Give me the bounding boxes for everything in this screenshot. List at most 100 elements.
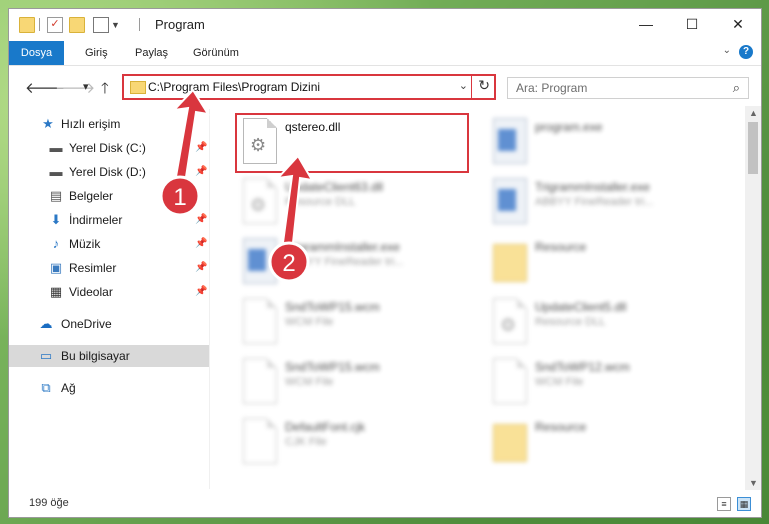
file-type: ABBYY FineReader tri...: [535, 196, 654, 208]
tab-file[interactable]: Dosya: [9, 41, 64, 65]
chevron-down-icon[interactable]: ▼: [749, 478, 758, 488]
properties-icon[interactable]: ✓: [47, 17, 63, 33]
gear-icon: ⚙: [250, 195, 267, 215]
folder-icon: [130, 81, 146, 94]
title-separator: [139, 18, 140, 31]
new-folder-icon[interactable]: [69, 17, 85, 33]
sidebar-item-local-disk-d[interactable]: ▬ Yerel Disk (D:) 📌: [9, 161, 209, 183]
search-input[interactable]: Ara: Program ⌕: [507, 77, 749, 99]
sidebar-item-music[interactable]: ♪ Müzik 📌: [9, 233, 209, 255]
file-icon: [243, 298, 277, 344]
list-item-file[interactable]: DefaultFont.cjk CJK File: [233, 414, 463, 472]
customize-toolbar-icon[interactable]: [93, 17, 109, 33]
expand-ribbon-icon[interactable]: ⌄: [723, 45, 731, 56]
sidebar-item-label: Belgeler: [69, 189, 114, 203]
chevron-down-icon[interactable]: ⌄: [459, 79, 468, 92]
search-placeholder: Ara: Program: [516, 81, 588, 95]
list-item-file[interactable]: SndToWP15.wcm WCM File: [233, 294, 463, 352]
toolbar-separator: [39, 18, 40, 31]
list-item-file[interactable]: ⚙ UpdateClient5.dll Resource DLL: [483, 294, 713, 352]
star-icon: ★: [42, 116, 54, 131]
scrollbar-thumb[interactable]: [748, 122, 758, 174]
pin-icon[interactable]: 📌: [195, 281, 207, 303]
file-type: CJK File: [285, 436, 327, 448]
sidebar-item-pictures[interactable]: ▣ Resimler 📌: [9, 257, 209, 279]
file-name: UpdateClient5.dll: [535, 300, 627, 314]
sidebar-item-label: Bu bilgisayar: [61, 349, 130, 363]
music-icon: ♪: [52, 236, 60, 251]
tab-home[interactable]: Giriş: [85, 41, 108, 65]
file-icon: [243, 358, 277, 404]
vertical-scrollbar[interactable]: ▲ ▼: [745, 106, 761, 490]
file-type: WCM File: [535, 376, 584, 388]
tab-view[interactable]: Görünüm: [193, 41, 239, 65]
navigation-pane: ★ Hızlı erişim ▬ Yerel Disk (C:) 📌 ▬ Yer…: [9, 109, 210, 489]
pin-icon[interactable]: 📌: [195, 161, 207, 183]
exe-file-icon: [493, 178, 527, 224]
list-item-program-exe[interactable]: program.exe: [483, 114, 713, 172]
recent-locations-button[interactable]: ▾: [83, 80, 89, 93]
sidebar-item-network[interactable]: ⧉ Ağ: [9, 377, 209, 399]
chevron-up-icon[interactable]: ▲: [749, 108, 758, 118]
address-separator: [471, 76, 472, 98]
tab-share[interactable]: Paylaş: [135, 41, 168, 65]
sidebar-item-this-pc[interactable]: ▭ Bu bilgisayar: [9, 345, 209, 367]
item-count: 199 öğe: [29, 497, 69, 509]
sidebar-item-label: Hızlı erişim: [61, 117, 121, 131]
address-path[interactable]: C:\Program Files\Program Dizini: [148, 80, 320, 94]
chevron-down-icon[interactable]: ▼: [111, 20, 120, 30]
file-name: TrigrammInstaller.exe: [285, 240, 400, 254]
sidebar-item-documents[interactable]: ▤ Belgeler: [9, 185, 209, 207]
status-bar: 199 öğe ≡ ▦: [9, 493, 761, 515]
list-item-file[interactable]: ⚙ UpdateClient63.dll Resource DLL: [233, 174, 463, 232]
sidebar-item-onedrive[interactable]: ☁ OneDrive: [9, 313, 209, 335]
file-explorer-window: ✓ ▼ Program — ☐ ✕ Dosya Giriş Paylaş Gör…: [8, 8, 762, 518]
sidebar-item-videos[interactable]: ▦ Videolar 📌: [9, 281, 209, 303]
file-name: Resource: [535, 420, 587, 434]
sidebar-item-downloads[interactable]: ⬇ İndirmeler 📌: [9, 209, 209, 231]
minimize-button[interactable]: —: [623, 9, 669, 39]
exe-file-icon: [493, 118, 527, 164]
download-icon: ⬇: [50, 212, 62, 227]
sidebar-item-quick-access[interactable]: ★ Hızlı erişim: [9, 113, 209, 135]
pin-icon[interactable]: 📌: [195, 209, 207, 231]
details-view-icon[interactable]: ≡: [717, 497, 731, 511]
refresh-icon[interactable]: ↻: [478, 77, 490, 94]
address-bar[interactable]: C:\Program Files\Program Dizini ⌄ ↻: [122, 74, 496, 100]
list-item-folder[interactable]: Resource: [483, 234, 713, 292]
search-icon[interactable]: ⌕: [733, 80, 740, 96]
file-name: SndToWP15.wcm: [285, 300, 380, 314]
up-button[interactable]: 🡑: [101, 78, 109, 103]
cloud-icon: ☁: [39, 316, 53, 331]
gear-icon: ⚙: [500, 315, 517, 335]
file-type: ABBYY FineReader tri...: [285, 256, 404, 268]
close-button[interactable]: ✕: [715, 9, 761, 39]
file-name: DefaultFont.cjk: [285, 420, 366, 434]
help-icon[interactable]: ?: [739, 45, 753, 59]
list-item-file[interactable]: SndToWP12.wcm WCM File: [483, 354, 713, 412]
sidebar-item-label: Yerel Disk (C:): [69, 141, 146, 155]
folder-icon: [493, 244, 527, 282]
large-icons-view-icon[interactable]: ▦: [737, 497, 751, 511]
maximize-button[interactable]: ☐: [669, 9, 715, 39]
list-item-file[interactable]: TrigrammInstaller.exe ABBYY FineReader t…: [483, 174, 713, 232]
file-icon: [493, 358, 527, 404]
list-item-folder[interactable]: Resource: [483, 414, 713, 472]
pin-icon[interactable]: 📌: [195, 257, 207, 279]
pin-icon[interactable]: 📌: [195, 137, 207, 159]
file-name: program.exe: [535, 120, 603, 134]
file-name: SndToWP15.wcm: [285, 360, 380, 374]
file-name: UpdateClient63.dll: [285, 180, 384, 194]
forward-button[interactable]: 🡒: [55, 78, 95, 97]
file-name: Resource: [535, 240, 587, 254]
pin-icon[interactable]: 📌: [195, 233, 207, 255]
drive-icon: ▬: [49, 140, 63, 155]
window-title: Program: [155, 17, 205, 32]
sidebar-item-label: Müzik: [69, 237, 101, 251]
dll-file-icon: ⚙: [243, 178, 277, 224]
sidebar-item-local-disk-c[interactable]: ▬ Yerel Disk (C:) 📌: [9, 137, 209, 159]
list-item-file[interactable]: TrigrammInstaller.exe ABBYY FineReader t…: [233, 234, 463, 292]
network-icon: ⧉: [41, 380, 51, 395]
list-item-file[interactable]: SndToWP15.wcm WCM File: [233, 354, 463, 412]
file-type: WCM File: [285, 376, 334, 388]
